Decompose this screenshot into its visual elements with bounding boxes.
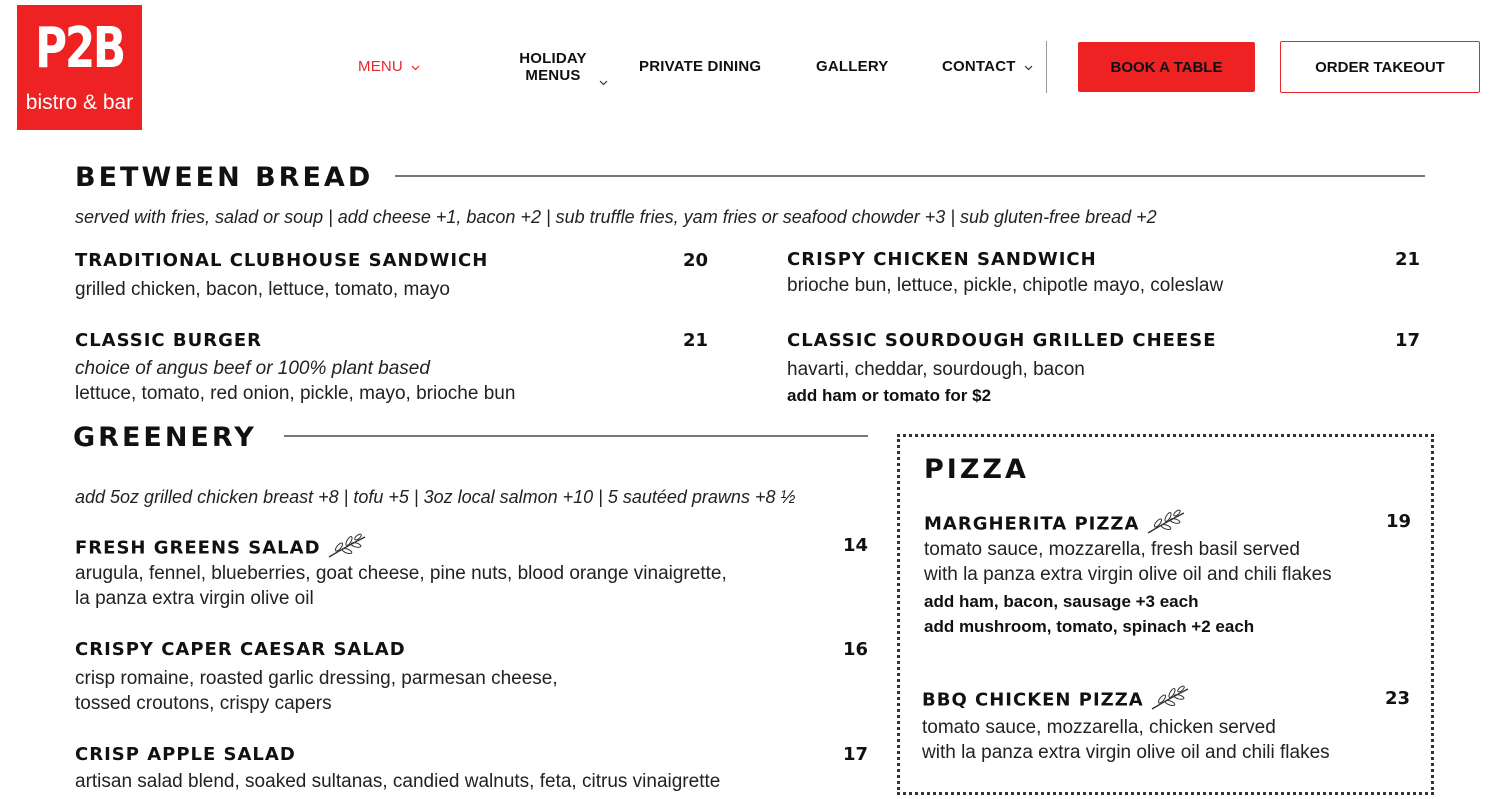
item-name: CRISPY CAPER CAESAR SALAD xyxy=(75,639,406,660)
item-price: 17 xyxy=(842,744,868,765)
item-price: 23 xyxy=(1384,688,1410,709)
nav-holiday-label-2: MENUS xyxy=(525,67,581,84)
item-description: with la panza extra virgin olive oil and… xyxy=(922,742,1330,763)
item-name: BBQ CHICKEN PIZZA xyxy=(922,689,1144,711)
item-name: TRADITIONAL CLUBHOUSE SANDWICH xyxy=(75,250,489,271)
item-name: CRISPY CHICKEN SANDWICH xyxy=(787,249,1097,270)
item-name: MARGHERITA PIZZA xyxy=(924,513,1140,535)
nav-contact[interactable]: CONTACT xyxy=(942,58,1033,75)
item-price: 14 xyxy=(842,535,868,556)
item-description: grilled chicken, bacon, lettuce, tomato,… xyxy=(75,279,450,300)
olive-branch-icon xyxy=(1148,685,1192,718)
chevron-down-icon xyxy=(411,65,420,71)
item-description: lettuce, tomato, red onion, pickle, mayo… xyxy=(75,383,516,404)
item-name: CRISP APPLE SALAD xyxy=(75,744,296,765)
item-name: CLASSIC SOURDOUGH GRILLED CHEESE xyxy=(787,330,1217,351)
item-description: la panza extra virgin olive oil xyxy=(75,588,314,609)
nav-gallery[interactable]: GALLERY xyxy=(816,58,889,75)
item-description: artisan salad blend, soaked sultanas, ca… xyxy=(75,771,721,792)
section-title-greenery: GREENERY xyxy=(73,422,257,453)
item-description: tomato sauce, mozzarella, fresh basil se… xyxy=(924,539,1300,560)
chevron-down-icon xyxy=(599,73,608,91)
item-price: 21 xyxy=(682,330,708,351)
nav-holiday-menus[interactable]: HOLIDAY MENUS xyxy=(510,50,596,84)
logo-tagline: bistro & bar xyxy=(25,91,134,114)
section-note-between-bread: served with fries, salad or soup | add c… xyxy=(75,207,1157,227)
nav-contact-label: CONTACT xyxy=(942,58,1016,75)
book-a-table-button[interactable]: BOOK A TABLE xyxy=(1078,42,1255,92)
item-addon: add mushroom, tomato, spinach +2 each xyxy=(924,617,1255,636)
nav-menu[interactable]: MENU xyxy=(358,58,420,75)
item-description: with la panza extra virgin olive oil and… xyxy=(924,564,1332,585)
item-title-row: BBQ CHICKEN PIZZA xyxy=(922,685,1192,718)
section-rule xyxy=(395,175,1425,177)
section-title-pizza: PIZZA xyxy=(924,454,1029,485)
item-price: 20 xyxy=(682,250,708,271)
section-rule xyxy=(284,435,868,437)
section-title-between-bread: BETWEEN BREAD xyxy=(75,162,374,193)
item-price: 21 xyxy=(1394,249,1420,270)
item-price: 19 xyxy=(1385,511,1411,532)
item-description: havarti, cheddar, sourdough, bacon xyxy=(787,359,1085,380)
order-takeout-button[interactable]: ORDER TAKEOUT xyxy=(1280,41,1480,93)
item-addon: add ham or tomato for $2 xyxy=(787,386,992,405)
item-name: FRESH GREENS SALAD xyxy=(75,537,321,559)
item-price: 16 xyxy=(842,639,868,660)
chevron-down-icon xyxy=(1024,65,1033,71)
item-price: 17 xyxy=(1394,330,1420,351)
item-description-italic: choice of angus beef or 100% plant based xyxy=(75,358,430,379)
nav-divider xyxy=(1046,41,1047,93)
item-addon: add ham, bacon, sausage +3 each xyxy=(924,592,1199,611)
logo[interactable]: P2B bistro & bar xyxy=(17,5,142,130)
item-name: CLASSIC BURGER xyxy=(75,330,263,351)
item-description: arugula, fennel, blueberries, goat chees… xyxy=(75,563,727,584)
logo-brand: P2B xyxy=(35,16,126,81)
item-description: tossed croutons, crispy capers xyxy=(75,693,332,714)
nav-holiday-label-1: HOLIDAY xyxy=(519,50,587,67)
item-description: tomato sauce, mozzarella, chicken served xyxy=(922,717,1276,738)
item-description: brioche bun, lettuce, pickle, chipotle m… xyxy=(787,275,1224,296)
item-description: crisp romaine, roasted garlic dressing, … xyxy=(75,668,558,689)
nav-menu-label: MENU xyxy=(358,58,403,75)
section-note-greenery: add 5oz grilled chicken breast +8 | tofu… xyxy=(75,487,796,507)
nav-private-dining[interactable]: PRIVATE DINING xyxy=(639,58,761,75)
